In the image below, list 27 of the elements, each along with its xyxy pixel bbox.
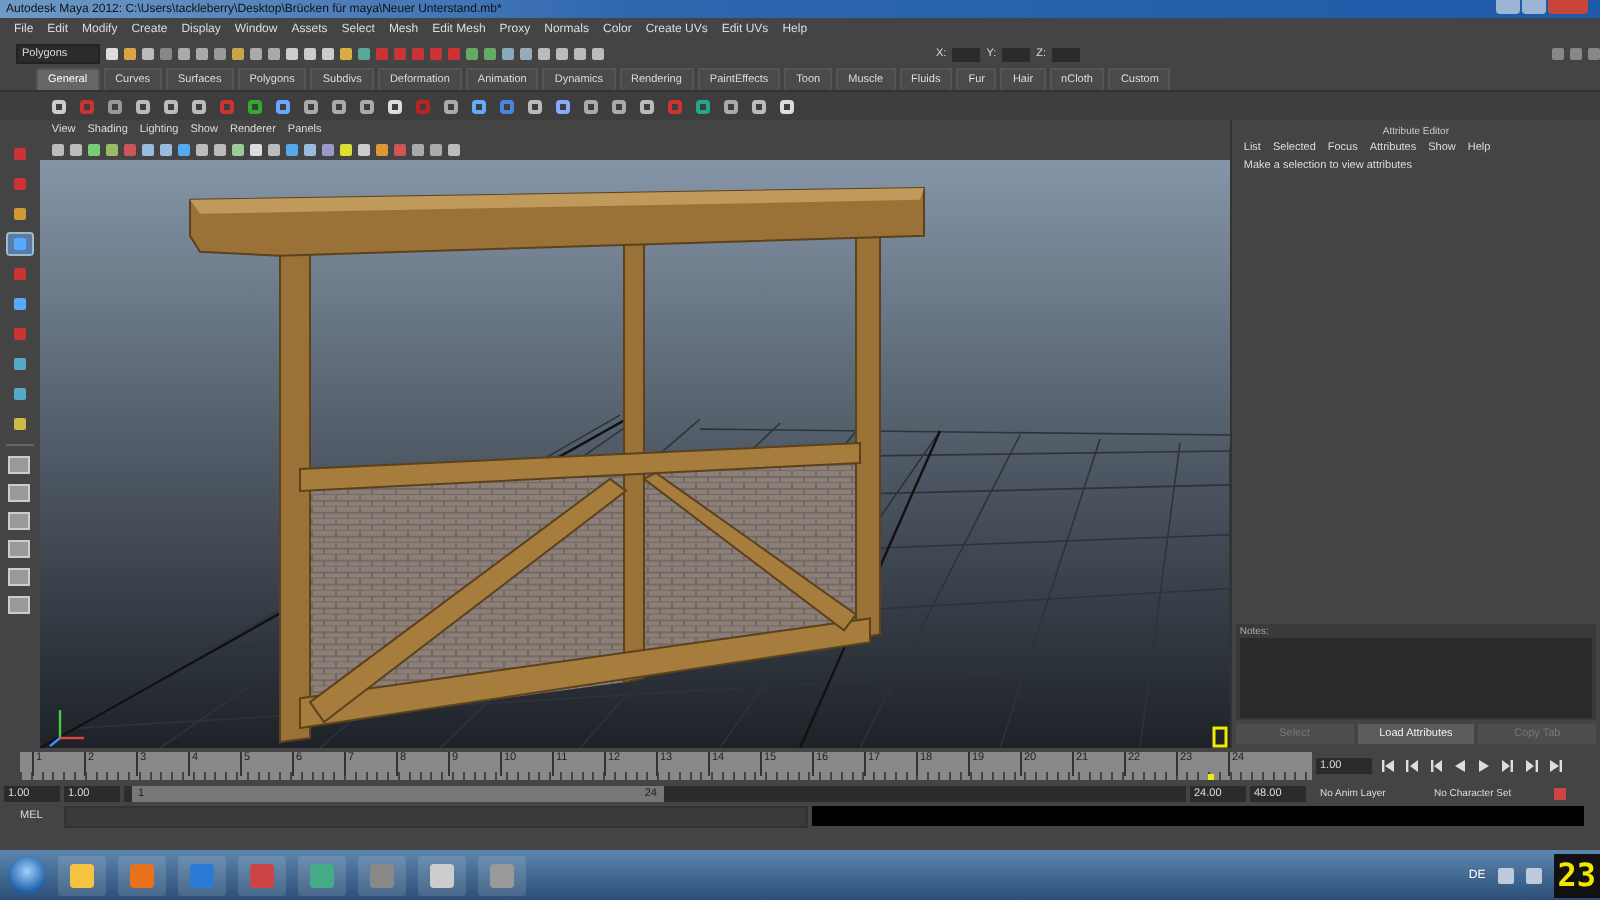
current-time-marker[interactable] xyxy=(1208,774,1215,780)
taskbar-app-icon[interactable] xyxy=(298,855,346,895)
layout-icon[interactable] xyxy=(8,568,31,586)
playback-control-icon[interactable] xyxy=(1524,758,1540,774)
playback-control-icon[interactable] xyxy=(1548,758,1564,774)
taskbar-app-icon[interactable] xyxy=(478,855,526,895)
coordinate-field[interactable] xyxy=(952,47,981,61)
taskbar-app-icon[interactable] xyxy=(58,855,106,895)
playback-control-icon[interactable] xyxy=(1500,758,1516,774)
playback-control-icon[interactable] xyxy=(1380,758,1396,774)
playback-control-icon[interactable] xyxy=(1404,758,1420,774)
axis-indicator-icon xyxy=(49,710,84,747)
layout-icon[interactable] xyxy=(8,512,31,530)
tool-icon[interactable] xyxy=(7,234,32,254)
coordinate-field[interactable] xyxy=(1002,47,1031,61)
frame-rate-counter: 23 xyxy=(1553,853,1600,897)
playback-control-icon[interactable] xyxy=(1428,758,1444,774)
frame-marker-icon xyxy=(1212,726,1228,748)
layout-icon[interactable] xyxy=(8,456,31,474)
coordinate-field[interactable] xyxy=(1052,47,1080,61)
layout-icon[interactable] xyxy=(8,540,31,558)
layout-icon[interactable] xyxy=(8,596,31,614)
command-field[interactable] xyxy=(64,805,808,827)
layout-icon[interactable] xyxy=(8,484,31,502)
notes-field[interactable] xyxy=(1239,638,1592,718)
taskbar-app-icon[interactable] xyxy=(418,855,466,895)
start-button[interactable] xyxy=(8,856,46,894)
